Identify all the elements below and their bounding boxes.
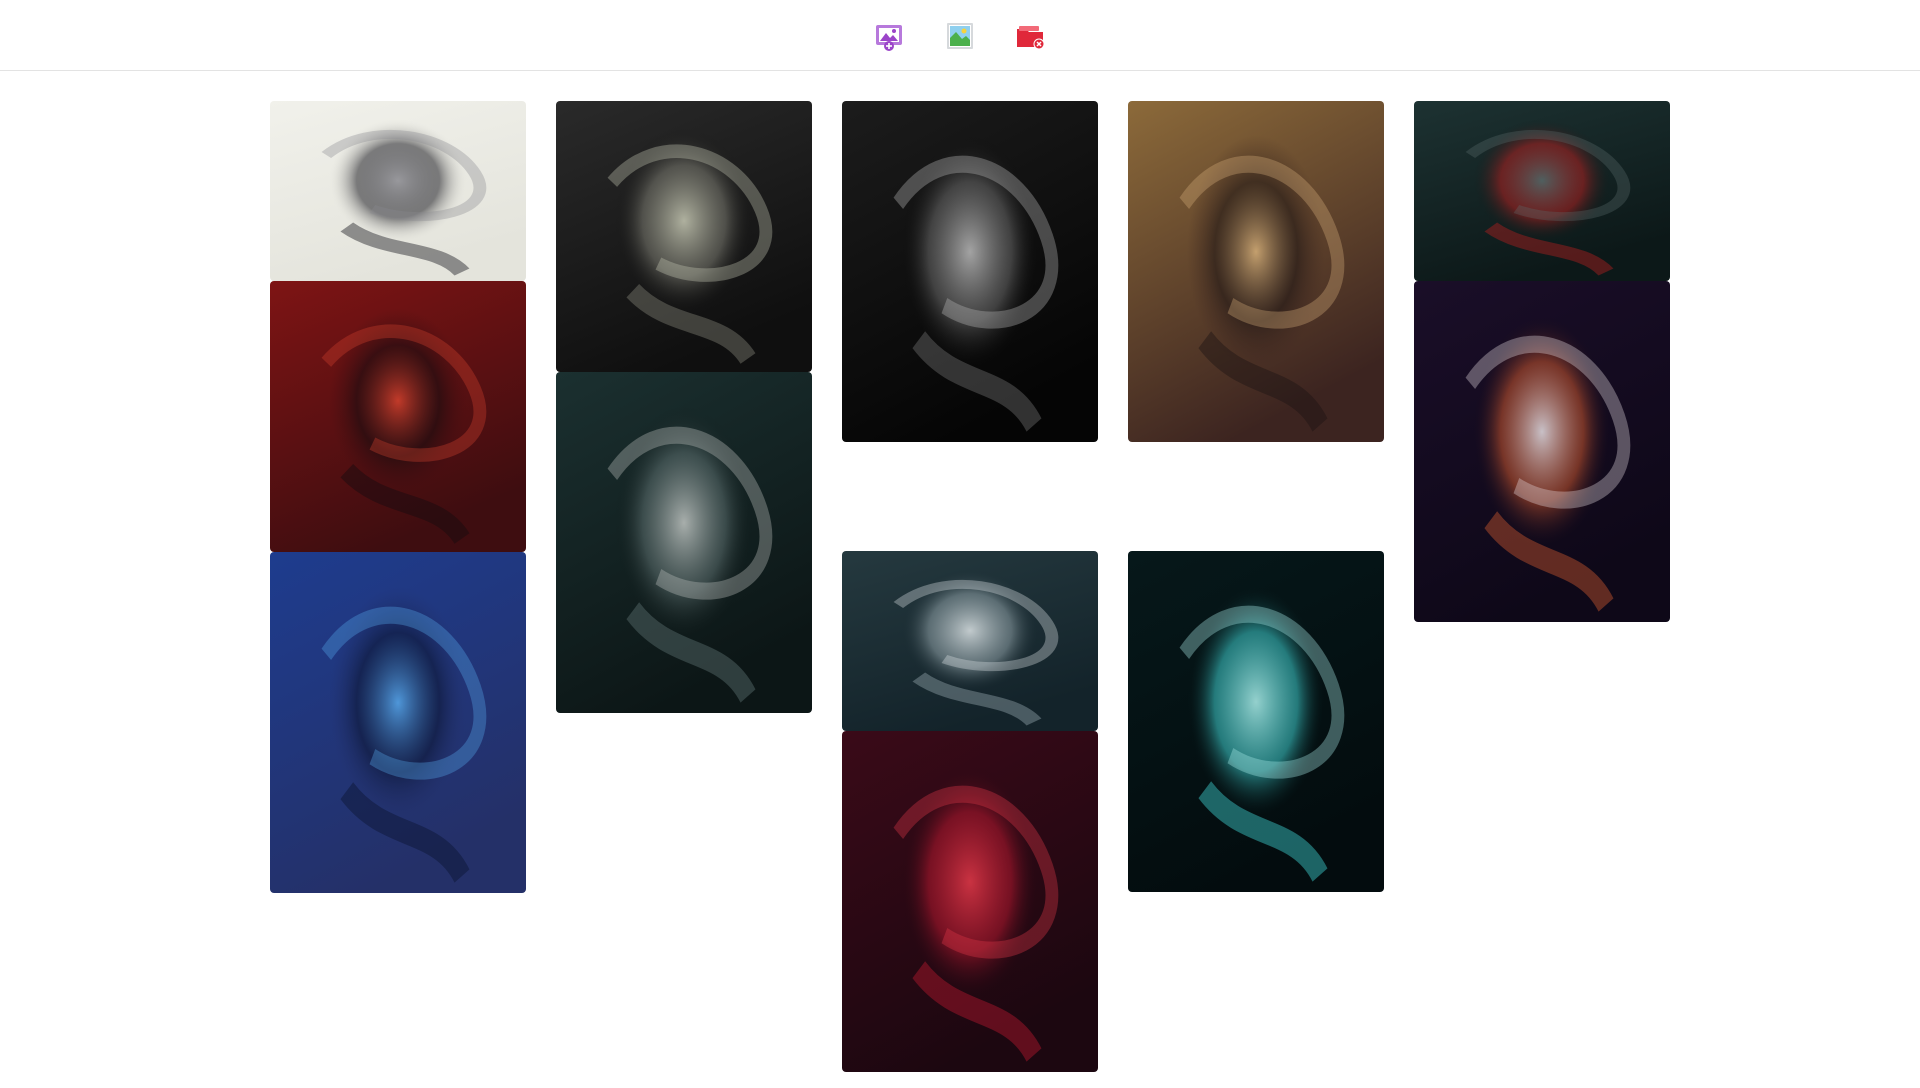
artwork-image	[270, 101, 526, 281]
artwork-image	[556, 101, 812, 372]
artwork-orange-swirl-face[interactable]	[1414, 281, 1670, 622]
artwork-image	[842, 551, 1098, 731]
artwork-dark-grunge-face[interactable]	[556, 101, 812, 372]
artwork-teal-mask-face[interactable]	[556, 372, 812, 713]
artwork-image	[842, 731, 1098, 1072]
image-add-icon	[876, 25, 902, 51]
artwork-image	[1414, 101, 1670, 281]
artwork-white-skull-face[interactable]	[842, 551, 1098, 731]
artwork-image	[556, 372, 812, 713]
photo-icon	[947, 23, 973, 49]
add-image-button[interactable]	[874, 20, 906, 52]
artwork-golden-figure[interactable]	[1128, 101, 1384, 442]
artwork-image	[270, 281, 526, 552]
artwork-dark-teal-red-face[interactable]	[1414, 101, 1670, 281]
artwork-black-white-portrait[interactable]	[842, 101, 1098, 442]
image-masonry-gallery	[0, 0, 1920, 1088]
photo-button[interactable]	[944, 20, 976, 52]
artwork-image	[270, 552, 526, 893]
artwork-red-figure[interactable]	[270, 281, 526, 552]
artwork-white-swirl-portrait[interactable]	[270, 101, 526, 281]
artwork-red-swirl-face[interactable]	[842, 731, 1098, 1072]
artwork-blue-face[interactable]	[270, 552, 526, 893]
artwork-cyan-paint-face[interactable]	[1128, 551, 1384, 892]
folder-remove-icon	[1017, 26, 1045, 50]
artwork-image	[1128, 101, 1384, 442]
artwork-image	[1414, 281, 1670, 622]
remove-folder-button[interactable]	[1014, 20, 1046, 52]
artwork-image	[842, 101, 1098, 442]
top-toolbar	[0, 0, 1920, 71]
artwork-image	[1128, 551, 1384, 892]
